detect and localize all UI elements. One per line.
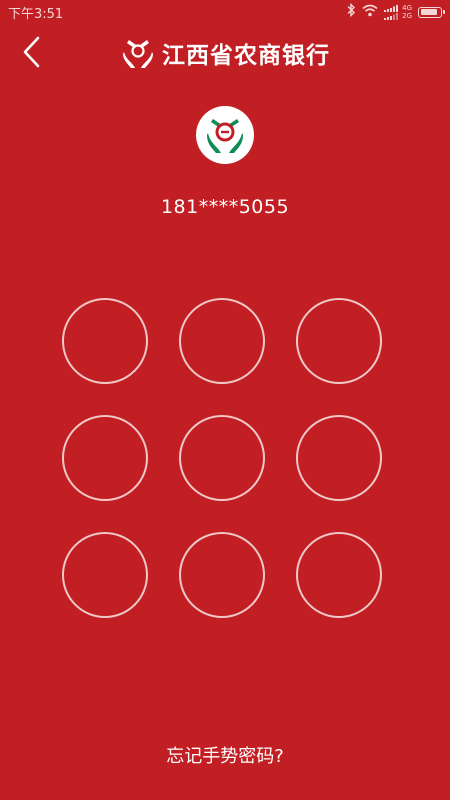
status-right: 4G 2G xyxy=(346,2,445,21)
gesture-grid[interactable] xyxy=(62,298,387,623)
battery-icon xyxy=(418,6,445,18)
status-bar: 下午3:51 4G 2G xyxy=(0,0,450,24)
header: 江西省农商银行 xyxy=(0,24,450,82)
bank-title: 江西省农商银行 xyxy=(162,42,330,69)
account-number: 181****5055 xyxy=(160,196,290,218)
network-2g-label: 2G xyxy=(402,12,412,20)
gesture-node-2[interactable] xyxy=(179,298,265,384)
gesture-node-6[interactable] xyxy=(296,415,382,501)
signal-icon: 4G 2G xyxy=(384,4,412,20)
avatar xyxy=(196,106,254,164)
gesture-node-7[interactable] xyxy=(62,532,148,618)
gesture-node-1[interactable] xyxy=(62,298,148,384)
gesture-node-4[interactable] xyxy=(62,415,148,501)
status-time: 下午3:51 xyxy=(8,6,64,22)
wifi-icon xyxy=(362,4,378,21)
forgot-gesture-link[interactable]: 忘记手势密码? xyxy=(0,742,450,768)
network-4g-label: 4G xyxy=(402,4,412,12)
gesture-node-3[interactable] xyxy=(296,298,382,384)
gesture-node-9[interactable] xyxy=(296,532,382,618)
gesture-node-5[interactable] xyxy=(179,415,265,501)
bank-logo-icon xyxy=(123,40,153,68)
gesture-node-8[interactable] xyxy=(179,532,265,618)
bluetooth-icon xyxy=(346,2,356,21)
status-left: 下午3:51 xyxy=(8,3,63,22)
battery-fill xyxy=(420,9,437,15)
bank-logo-icon xyxy=(207,119,243,153)
brand: 江西省农商银行 xyxy=(0,24,450,82)
